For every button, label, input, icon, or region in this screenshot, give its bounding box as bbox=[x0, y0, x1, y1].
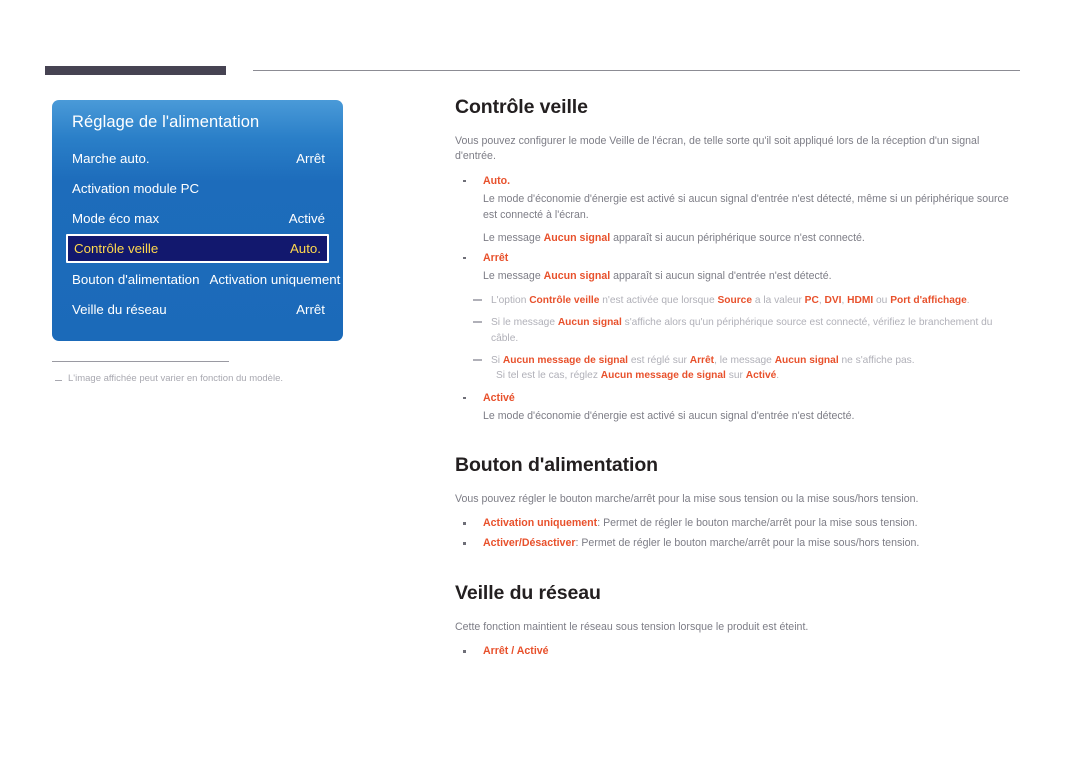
list-item: Activer/Désactiver: Permet de régler le … bbox=[455, 536, 1021, 552]
osd-row-marche-auto[interactable]: Marche auto. Arrêt bbox=[52, 144, 343, 173]
osd-illustration-column: Réglage de l'alimentation Marche auto. A… bbox=[52, 100, 343, 385]
page-title: Bouton d'alimentation bbox=[455, 453, 658, 476]
osd-row-label: Bouton d'alimentation bbox=[72, 272, 200, 287]
option-term: Activation uniquement bbox=[483, 517, 598, 530]
option-description: Le mode d'économie d'énergie est activé … bbox=[483, 409, 855, 422]
option-name: Activer/Désactiver: Permet de régler le … bbox=[483, 536, 1021, 552]
note-item: Si le message Aucun signal s'affiche alo… bbox=[455, 315, 1021, 346]
page-title: Contrôle veille bbox=[455, 96, 588, 118]
list-item: Activation uniquement: Permet de régler … bbox=[455, 516, 1021, 532]
option-name: Auto. bbox=[483, 174, 511, 187]
header-rule-line bbox=[253, 70, 1020, 71]
osd-footnote: L'image affichée peut varier en fonction… bbox=[52, 373, 343, 385]
osd-panel: Réglage de l'alimentation Marche auto. A… bbox=[52, 100, 343, 341]
list-item: Activé Le mode d'économie d'énergie est … bbox=[455, 391, 1021, 424]
osd-row-label: Activation module PC bbox=[72, 181, 200, 196]
option-description: Le message Aucun signal apparaît si aucu… bbox=[483, 269, 832, 282]
option-list-continued: Activé Le mode d'économie d'énergie est … bbox=[455, 391, 1021, 424]
option-description-secondary: Le message Aucun signal apparaît si aucu… bbox=[483, 232, 865, 245]
osd-row-value: Activé bbox=[288, 211, 325, 226]
option-list: Activation uniquement: Permet de régler … bbox=[455, 516, 1021, 552]
osd-row-mode-eco-max[interactable]: Mode éco max Activé bbox=[52, 204, 343, 233]
osd-row-value: Arrêt bbox=[296, 151, 325, 166]
osd-title: Réglage de l'alimentation bbox=[72, 113, 260, 131]
section-intro: Vous pouvez configurer le mode Veille de… bbox=[455, 135, 980, 163]
section-veille-reseau: Veille du réseau Cette fonction maintien… bbox=[455, 582, 1021, 660]
osd-footnote-text: L'image affichée peut varier en fonction… bbox=[68, 373, 283, 384]
osd-menu-list: Marche auto. Arrêt Activation module PC … bbox=[52, 144, 343, 324]
osd-row-label: Veille du réseau bbox=[72, 302, 167, 317]
option-rest: : Permet de régler le bouton marche/arrê… bbox=[597, 517, 918, 530]
option-rest: : Permet de régler le bouton marche/arrê… bbox=[575, 537, 920, 550]
footnote-divider bbox=[52, 361, 229, 362]
list-item: Arrêt Le message Aucun signal apparaît s… bbox=[455, 251, 1021, 284]
page-title: Veille du réseau bbox=[455, 582, 601, 605]
osd-row-label: Mode éco max bbox=[72, 211, 160, 226]
list-item: Auto. Le mode d'économie d'énergie est a… bbox=[455, 174, 1021, 247]
dash-marker-icon bbox=[55, 380, 62, 381]
osd-row-activation-module-pc[interactable]: Activation module PC bbox=[52, 174, 343, 203]
osd-row-bouton-dalimentation[interactable]: Bouton d'alimentation Activation uniquem… bbox=[52, 265, 343, 294]
option-list: Arrêt / Activé bbox=[455, 644, 1021, 660]
section-intro: Cette fonction maintient le réseau sous … bbox=[455, 621, 809, 634]
option-name: Arrêt bbox=[483, 251, 509, 264]
option-term: Arrêt / Activé bbox=[483, 645, 549, 658]
content-column: Contrôle veille Vous pouvez configurer l… bbox=[455, 96, 1021, 664]
osd-row-value: Arrêt bbox=[296, 302, 325, 317]
header-accent-bar bbox=[45, 66, 226, 75]
section-intro: Vous pouvez régler le bouton marche/arrê… bbox=[455, 492, 919, 505]
note-item: L'option Contrôle veille n'est activée q… bbox=[455, 293, 1021, 308]
osd-row-value: Auto. bbox=[289, 241, 321, 256]
osd-row-value: Activation uniquement bbox=[209, 272, 341, 287]
osd-row-label: Contrôle veille bbox=[74, 241, 159, 256]
option-name: Arrêt / Activé bbox=[483, 644, 1021, 660]
option-list: Auto. Le mode d'économie d'énergie est a… bbox=[455, 174, 1021, 284]
list-item: Arrêt / Activé bbox=[455, 644, 1021, 660]
option-name: Activé bbox=[483, 391, 515, 404]
section-controle-veille: Contrôle veille Vous pouvez configurer l… bbox=[455, 96, 1021, 424]
option-description: Le mode d'économie d'énergie est activé … bbox=[483, 192, 1009, 222]
note-item: Si Aucun message de signal est réglé sur… bbox=[455, 353, 1021, 384]
osd-row-veille-du-reseau[interactable]: Veille du réseau Arrêt bbox=[52, 295, 343, 324]
option-term: Activer/Désactiver bbox=[483, 537, 576, 550]
note-list: L'option Contrôle veille n'est activée q… bbox=[455, 293, 1021, 383]
option-name: Activation uniquement: Permet de régler … bbox=[483, 516, 1021, 532]
osd-row-controle-veille-selected[interactable]: Contrôle veille Auto. bbox=[66, 234, 329, 263]
osd-row-label: Marche auto. bbox=[72, 151, 150, 166]
section-bouton-alimentation: Bouton d'alimentation Vous pouvez régler… bbox=[455, 454, 1021, 552]
